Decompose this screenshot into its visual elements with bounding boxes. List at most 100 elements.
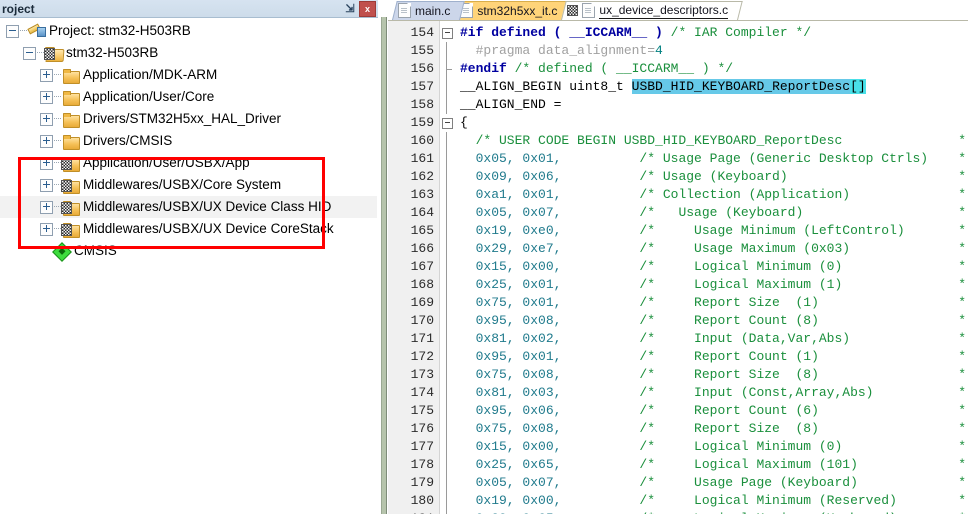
code-line[interactable]: #pragma data_alignment=4: [456, 42, 968, 60]
tree-item[interactable]: stm32-H503RB: [0, 42, 377, 64]
tree-item[interactable]: Middlewares/USBX/UX Device Class HID: [0, 196, 377, 218]
tree-item[interactable]: Application/MDK-ARM: [0, 64, 377, 86]
code-text[interactable]: #if defined ( __ICCARM__ ) /* IAR Compil…: [456, 21, 968, 514]
code-line[interactable]: 0x75, 0x01, /* Report Size (1) *: [456, 294, 968, 312]
fold-marker[interactable]: [440, 276, 456, 294]
code-line[interactable]: 0x25, 0x01, /* Logical Maximum (1) *: [456, 276, 968, 294]
code-line[interactable]: 0x75, 0x08, /* Report Size (8) *: [456, 366, 968, 384]
fold-marker[interactable]: [440, 114, 456, 132]
close-icon[interactable]: x: [359, 0, 376, 17]
code-line[interactable]: 0x81, 0x02, /* Input (Data,Var,Abs) *: [456, 330, 968, 348]
expand-icon[interactable]: [40, 222, 53, 236]
fold-marker[interactable]: [440, 330, 456, 348]
fold-marker[interactable]: [440, 438, 456, 456]
fold-marker[interactable]: [440, 168, 456, 186]
code-line[interactable]: 0x81, 0x03, /* Input (Const,Array,Abs) *: [456, 384, 968, 402]
tree-item[interactable]: CMSIS: [0, 240, 377, 262]
collapse-icon[interactable]: [23, 46, 36, 60]
code-line[interactable]: 0x95, 0x06, /* Report Count (6) *: [456, 402, 968, 420]
tree-item[interactable]: Project: stm32-H503RB: [0, 20, 377, 42]
line-number: 160: [410, 133, 434, 148]
code-line[interactable]: 0x75, 0x08, /* Report Size (8) *: [456, 420, 968, 438]
code-line[interactable]: 0x19, 0xe0, /* Usage Minimum (LeftContro…: [456, 222, 968, 240]
fold-marker[interactable]: [440, 150, 456, 168]
tree-item-label: Middlewares/USBX/Core System: [83, 177, 282, 192]
tree-item[interactable]: Middlewares/USBX/Core System: [0, 174, 377, 196]
fold-marker[interactable]: [440, 402, 456, 420]
tree-item-label: Middlewares/USBX/UX Device Class HID: [83, 199, 332, 214]
fold-marker[interactable]: [440, 60, 456, 78]
fold-marker[interactable]: [440, 132, 456, 150]
fold-marker[interactable]: [440, 456, 456, 474]
tree-item[interactable]: Middlewares/USBX/UX Device CoreStack: [0, 218, 377, 240]
code-line[interactable]: {: [456, 114, 968, 132]
code-line[interactable]: 0x25, 0x65, /* Logical Maximum (101) *: [456, 456, 968, 474]
comment-continuation-marker: *: [958, 493, 966, 508]
fold-marker[interactable]: [440, 222, 456, 240]
fold-marker[interactable]: [440, 474, 456, 492]
expand-icon[interactable]: [40, 200, 53, 214]
code-line[interactable]: 0x09, 0x06, /* Usage (Keyboard) *: [456, 168, 968, 186]
tree-item[interactable]: Drivers/STM32H5xx_HAL_Driver: [0, 108, 377, 130]
code-token: {: [460, 115, 468, 130]
fold-marker[interactable]: [440, 186, 456, 204]
code-line[interactable]: 0x05, 0x07, /* Usage Page (Keyboard) *: [456, 474, 968, 492]
tree-item[interactable]: Drivers/CMSIS: [0, 130, 377, 152]
fold-marker[interactable]: [440, 312, 456, 330]
tree-item-label: Drivers/CMSIS: [83, 133, 173, 148]
code-line[interactable]: 0x05, 0x01, /* Usage Page (Generic Deskt…: [456, 150, 968, 168]
fold-marker[interactable]: [440, 78, 456, 96]
code-line[interactable]: 0x05, 0x07, /* Usage (Keyboard) *: [456, 204, 968, 222]
line-number: 154: [410, 25, 434, 40]
code-line[interactable]: #if defined ( __ICCARM__ ) /* IAR Compil…: [456, 24, 968, 42]
fold-collapse-icon[interactable]: [442, 118, 453, 129]
code-line[interactable]: 0x15, 0x00, /* Logical Minimum (0) *: [456, 438, 968, 456]
code-area[interactable]: 154 155 156 157 158 159 160 161 162 163 164 165 166 1…: [388, 20, 968, 514]
tree-item[interactable]: Application/User/Core: [0, 86, 377, 108]
fold-marker[interactable]: [440, 24, 456, 42]
code-line[interactable]: /* USER CODE BEGIN USBD_HID_KEYBOARD_Rep…: [456, 132, 968, 150]
code-line[interactable]: __ALIGN_END =: [456, 96, 968, 114]
expand-icon[interactable]: [40, 178, 53, 192]
code-line[interactable]: 0x29, 0xe7, /* Usage Maximum (0x03) *: [456, 240, 968, 258]
code-line[interactable]: __ALIGN_BEGIN uint8_t USBD_HID_KEYBOARD_…: [456, 78, 968, 96]
code-line[interactable]: #endif /* defined ( __ICCARM__ ) */: [456, 60, 968, 78]
fold-marker[interactable]: [440, 96, 456, 114]
fold-marker[interactable]: [440, 492, 456, 510]
expand-icon[interactable]: [40, 112, 53, 126]
editor-tab[interactable]: ux_device_descriptors.c: [561, 1, 743, 20]
pin-icon[interactable]: ⇲: [343, 1, 357, 16]
fold-marker[interactable]: [440, 204, 456, 222]
code-line[interactable]: 0x19, 0x00, /* Logical Minimum (Reserved…: [456, 492, 968, 510]
code-line[interactable]: 0x95, 0x01, /* Report Count (1) *: [456, 348, 968, 366]
fold-margin[interactable]: [440, 21, 456, 514]
fold-marker[interactable]: [440, 366, 456, 384]
line-number: 166: [410, 241, 434, 256]
expand-icon[interactable]: [40, 156, 53, 170]
fold-marker[interactable]: [440, 510, 456, 514]
line-number: 179: [410, 475, 434, 490]
fold-marker[interactable]: [440, 240, 456, 258]
expand-icon[interactable]: [40, 90, 53, 104]
comment-continuation-marker: *: [958, 421, 966, 436]
fold-marker[interactable]: [440, 294, 456, 312]
fold-marker[interactable]: [440, 420, 456, 438]
fold-marker[interactable]: [440, 348, 456, 366]
editor-tab[interactable]: stm32h5xx_it.c: [454, 1, 573, 20]
pane-splitter[interactable]: [378, 0, 388, 514]
code-line[interactable]: 0x15, 0x00, /* Logical Minimum (0) *: [456, 258, 968, 276]
line-number: 164: [410, 205, 434, 220]
tree-item[interactable]: Application/User/USBX/App: [0, 152, 377, 174]
fold-marker[interactable]: [440, 258, 456, 276]
code-line[interactable]: 0x29, 0x65, /* Logical Maximum (Keyboard…: [456, 510, 968, 514]
expand-icon[interactable]: [40, 68, 53, 82]
fold-marker[interactable]: [440, 384, 456, 402]
code-line[interactable]: 0xa1, 0x01, /* Collection (Application) *: [456, 186, 968, 204]
editor-tab[interactable]: main.c: [392, 1, 466, 20]
expand-icon[interactable]: [40, 134, 53, 148]
code-line[interactable]: 0x95, 0x08, /* Report Count (8) *: [456, 312, 968, 330]
fold-marker[interactable]: [440, 42, 456, 60]
fold-collapse-icon[interactable]: [442, 28, 453, 39]
collapse-icon[interactable]: [6, 24, 19, 38]
